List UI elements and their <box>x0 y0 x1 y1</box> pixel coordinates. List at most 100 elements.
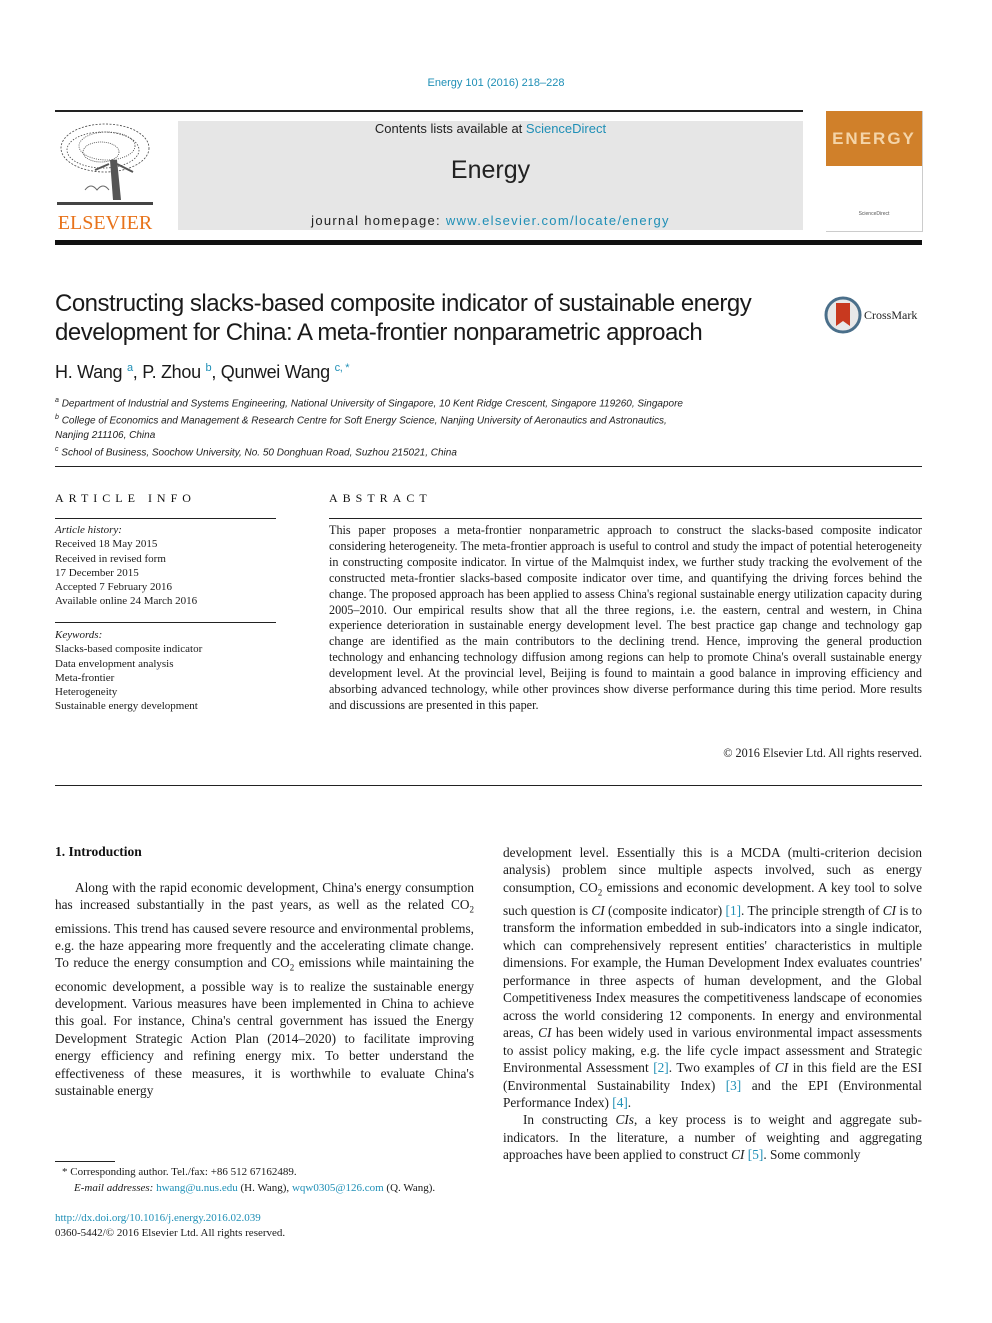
keyword-item[interactable]: Meta-frontier <box>55 671 285 685</box>
article-info-rule <box>55 518 276 519</box>
history-item: 17 December 2015 <box>55 566 139 579</box>
paragraph: In constructing CIs, a key process is to… <box>503 1111 922 1163</box>
doi-link[interactable]: http://dx.doi.org/10.1016/j.energy.2016.… <box>55 1212 261 1224</box>
author-name[interactable]: Qunwei Wang <box>221 362 330 382</box>
footnote-rule <box>55 1161 115 1162</box>
italic-term: CI <box>591 903 605 919</box>
article-history: Article history: Received 18 May 2015 Re… <box>55 523 285 609</box>
homepage-prefix: journal homepage: <box>311 213 446 228</box>
abstract-text: This paper proposes a meta-frontier nonp… <box>329 523 922 712</box>
elsevier-tree-icon <box>55 120 155 210</box>
journal-title: Energy <box>450 156 531 184</box>
crossmark-button[interactable]: CrossMark <box>824 296 924 336</box>
text-run: is to transform the information embedded… <box>503 903 922 1041</box>
journal-citation-link[interactable]: Energy 101 (2016) 218–228 <box>0 77 992 89</box>
keywords-rule <box>55 622 276 623</box>
keyword-item[interactable]: Slacks-based composite indicator <box>55 642 285 656</box>
author-separator: , <box>132 362 143 382</box>
abstract-rule <box>329 518 922 519</box>
sciencedirect-link[interactable]: ScienceDirect <box>526 121 606 136</box>
journal-cover-thumbnail[interactable]: ENERGY ScienceDirect <box>826 111 923 232</box>
author-name[interactable]: H. Wang <box>55 362 123 382</box>
keywords-block: Keywords: Slacks-based composite indicat… <box>55 628 285 714</box>
journal-homepage: journal homepage: www.elsevier.com/locat… <box>178 213 803 228</box>
abstract-copyright: © 2016 Elsevier Ltd. All rights reserved… <box>723 746 922 760</box>
italic-term: CI <box>731 1147 745 1163</box>
article-title: Constructing slacks-based composite indi… <box>55 289 815 347</box>
reference-link[interactable]: [3] <box>726 1078 742 1093</box>
text-run: . Two examples of <box>668 1060 775 1076</box>
text-run: . Some commonly <box>763 1147 861 1163</box>
article-history-label: Article history: <box>55 524 122 536</box>
affiliation-text: School of Business, Soochow University, … <box>61 446 457 458</box>
paragraph: development level. Essentially this is a… <box>503 844 922 1111</box>
title-line-2: development for China: A meta-frontier n… <box>55 319 703 346</box>
header-rule <box>55 110 803 112</box>
text-run: emissions while maintaining the economic… <box>55 955 474 1099</box>
contents-line: Contents lists available at ScienceDirec… <box>178 121 803 136</box>
footnote: * Corresponding author. Tel./fax: +86 51… <box>62 1165 482 1196</box>
email-link[interactable]: wqw0305@126.com <box>292 1182 384 1194</box>
contents-prefix: Contents lists available at <box>374 121 526 136</box>
corresponding-author-note: * Corresponding author. Tel./fax: +86 51… <box>62 1166 297 1178</box>
title-line-1: Constructing slacks-based composite indi… <box>55 290 752 317</box>
affiliations-rule <box>55 466 922 467</box>
masthead-thick-rule <box>55 240 922 245</box>
affiliation-marker: b <box>55 414 59 422</box>
affiliation-marker: c <box>55 445 59 453</box>
italic-term: CI <box>774 1060 789 1076</box>
affiliation-item: a Department of Industrial and Systems E… <box>55 394 815 411</box>
cover-footer: ScienceDirect <box>858 211 890 217</box>
affiliation-item-continued: Nanjing 211106, China <box>55 429 156 441</box>
italic-term: CIs <box>615 1112 634 1128</box>
italic-term: CI <box>882 903 897 919</box>
reference-link[interactable]: [2] <box>653 1060 669 1075</box>
paragraph: Along with the rapid economic developmen… <box>55 879 474 1100</box>
reference-link[interactable]: [1] <box>726 903 742 918</box>
affiliation-text: College of Economics and Management & Re… <box>61 415 667 427</box>
affiliation-item: c School of Business, Soochow University… <box>55 443 815 460</box>
doi-block: http://dx.doi.org/10.1016/j.energy.2016.… <box>55 1211 285 1241</box>
reference-link[interactable]: [5] <box>748 1147 764 1162</box>
keyword-item[interactable]: Heterogeneity <box>55 685 285 699</box>
author-separator: , <box>211 362 221 382</box>
history-item: Received in revised form <box>55 552 166 565</box>
keyword-item[interactable]: Data envelopment analysis <box>55 657 285 671</box>
text-run: . The principle strength of <box>741 903 883 919</box>
history-item: Received 18 May 2015 <box>55 538 158 551</box>
affiliation-item: b College of Economics and Management & … <box>55 411 815 428</box>
elsevier-logo[interactable]: ELSEVIER <box>55 120 155 234</box>
email-label: E-mail addresses: <box>74 1181 157 1194</box>
journal-masthead: Contents lists available at ScienceDirec… <box>178 121 803 230</box>
text-run: In constructing <box>523 1112 616 1128</box>
author-list: H. Wang a, P. Zhou b, Qunwei Wang c, * <box>55 362 350 383</box>
keywords-label: Keywords: <box>55 629 103 641</box>
affiliations: a Department of Industrial and Systems E… <box>55 394 815 460</box>
crossmark-icon <box>824 296 862 334</box>
affiliation-text: Department of Industrial and Systems Eng… <box>61 398 683 410</box>
text-run: (composite indicator) <box>604 903 726 919</box>
history-item: Accepted 7 February 2016 <box>55 581 172 594</box>
author-name[interactable]: P. Zhou <box>142 362 201 382</box>
body-column-right: development level. Essentially this is a… <box>503 844 922 1164</box>
text-run: . <box>627 1095 632 1110</box>
email-addresses: E-mail addresses: hwang@u.nus.edu (H. Wa… <box>62 1181 482 1197</box>
article-info-heading: ARTICLE INFO <box>55 491 196 505</box>
cover-title: ENERGY <box>832 129 916 148</box>
email-owner: (H. Wang), <box>237 1181 292 1194</box>
homepage-link[interactable]: www.elsevier.com/locate/energy <box>446 213 670 228</box>
abstract-bottom-rule <box>55 785 922 786</box>
subscript: 2 <box>469 905 475 916</box>
history-item: Available online 24 March 2016 <box>55 595 198 608</box>
email-owner: (Q. Wang). <box>383 1181 436 1194</box>
text-run: Along with the rapid economic developmen… <box>55 880 474 913</box>
elsevier-wordmark: ELSEVIER <box>57 212 153 234</box>
keyword-item[interactable]: Sustainable energy development <box>55 699 285 713</box>
reference-link[interactable]: [4] <box>612 1095 628 1110</box>
author-affiliation-link[interactable]: c, * <box>335 362 350 374</box>
email-link[interactable]: hwang@u.nus.edu <box>156 1182 238 1194</box>
affiliation-marker: a <box>55 397 59 404</box>
body-column-left: Along with the rapid economic developmen… <box>55 879 474 1100</box>
crossmark-label: CrossMark <box>864 308 918 322</box>
italic-term: CI <box>538 1025 552 1041</box>
